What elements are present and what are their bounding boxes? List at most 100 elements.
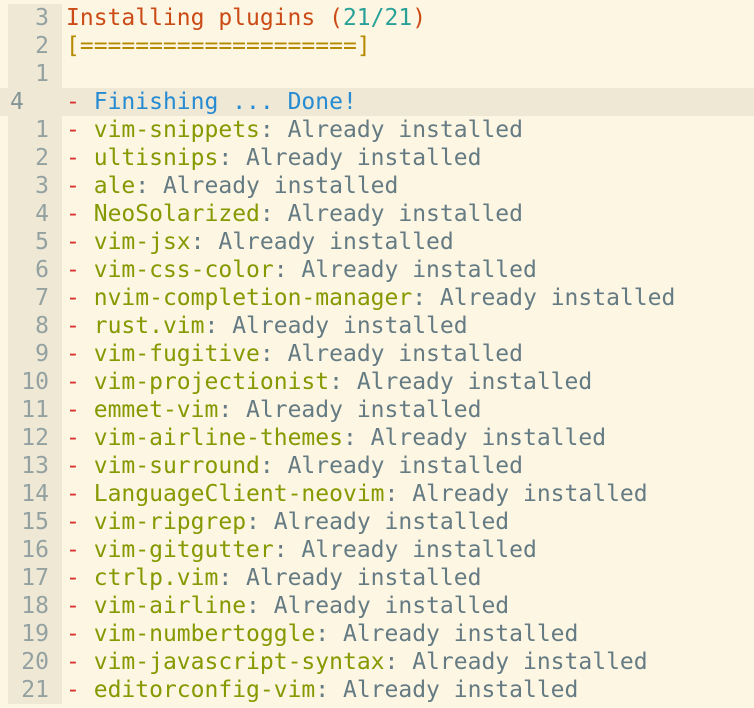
status-text: : Already installed (259, 453, 523, 479)
plugin-name: vim-airline-themes (93, 425, 343, 451)
status-text: : Already installed (412, 285, 676, 311)
line-number: 19 (8, 620, 62, 648)
status-text: : Already installed (342, 425, 607, 451)
line-number: 12 (8, 424, 62, 452)
line-number: 18 (8, 592, 62, 620)
plugin-status: - vim-projectionist: Already installed (66, 368, 592, 396)
line-number: 10 (8, 368, 62, 396)
line-number: 1 (8, 116, 62, 144)
status-text: : Already installed (384, 649, 648, 675)
bullet-dash: - (66, 229, 80, 255)
status-text: : Already installed (204, 313, 468, 339)
plugin-row: 21- editorconfig-vim: Already installed (0, 676, 754, 704)
count-separator: / (370, 5, 385, 31)
bullet-dash: - (66, 481, 80, 507)
plugin-status: - rust.vim: Already installed (66, 312, 468, 340)
plugin-name: vim-numbertoggle (93, 621, 316, 647)
plugin-row: 6- vim-css-color: Already installed (0, 256, 754, 284)
plugin-name: NeoSolarized (93, 201, 260, 227)
plugin-status: - ultisnips: Already installed (66, 144, 481, 172)
line-number: 4 (8, 200, 62, 228)
line-number: 9 (8, 340, 62, 368)
status-text: : Already installed (384, 481, 648, 507)
bullet-dash: - (66, 89, 80, 115)
line-number: 20 (8, 648, 62, 676)
plugin-name: vim-css-color (93, 257, 274, 283)
plugin-name: vim-javascript-syntax (93, 649, 385, 675)
line-number: 17 (8, 564, 62, 592)
plugin-row: 17- ctrlp.vim: Already installed (0, 564, 754, 592)
plugin-status: - vim-ripgrep: Already installed (66, 508, 509, 536)
plugin-status: - vim-snippets: Already installed (66, 116, 523, 144)
bullet-dash: - (66, 117, 80, 143)
plugin-status: - vim-javascript-syntax: Already install… (66, 648, 648, 676)
status-text: : Already installed (190, 229, 454, 255)
status-text: : Already installed (218, 145, 482, 171)
plugin-status: - emmet-vim: Already installed (66, 396, 481, 424)
title-text: Installing plugins ( (66, 5, 343, 31)
bullet-dash: - (66, 425, 80, 451)
bullet-dash: - (66, 285, 80, 311)
plugin-status: - editorconfig-vim: Already installed (66, 676, 578, 704)
line-number: 7 (8, 284, 62, 312)
status-text: : Already installed (259, 201, 523, 227)
plugin-name: vim-jsx (93, 229, 191, 255)
plugin-name: vim-snippets (93, 117, 260, 143)
plugin-row: 15- vim-ripgrep: Already installed (0, 508, 754, 536)
plugin-name: editorconfig-vim (93, 677, 316, 703)
plugin-name: emmet-vim (93, 397, 219, 423)
plugin-status: - NeoSolarized: Already installed (66, 200, 523, 228)
plugin-row: 2- ultisnips: Already installed (0, 144, 754, 172)
plugin-name: vim-ripgrep (93, 509, 247, 535)
status-text: : Already installed (329, 369, 593, 395)
plugin-row: 4- NeoSolarized: Already installed (0, 200, 754, 228)
plugin-row: 5- vim-jsx: Already installed (0, 228, 754, 256)
plugin-status: - ctrlp.vim: Already installed (66, 564, 481, 592)
status-text: : Already installed (273, 537, 537, 563)
plugin-status: - nvim-completion-manager: Already insta… (66, 284, 675, 312)
status-text: : Already installed (273, 257, 537, 283)
plugin-status: - vim-airline: Already installed (66, 592, 509, 620)
plugin-row: 16- vim-gitgutter: Already installed (0, 536, 754, 564)
plugin-status: - vim-gitgutter: Already installed (66, 536, 537, 564)
bullet-dash: - (66, 621, 80, 647)
line-number: 15 (8, 508, 62, 536)
plugin-status: - LanguageClient-neovim: Already install… (66, 480, 648, 508)
blank-line: 1 (0, 60, 754, 88)
status-text: : Already installed (246, 509, 510, 535)
plugin-name: ctrlp.vim (93, 565, 219, 591)
plugin-row: 8- rust.vim: Already installed (0, 312, 754, 340)
progress-line: 2 [====================] (0, 32, 754, 60)
total-count: 21 (384, 5, 413, 31)
line-number: 1 (8, 60, 62, 88)
status-text: : Already installed (259, 117, 523, 143)
title-line: 3 Installing plugins (21/21) (0, 4, 754, 32)
bullet-dash: - (66, 509, 80, 535)
line-number: 14 (8, 480, 62, 508)
vim-plug-buffer[interactable]: 3 Installing plugins (21/21) 2 [========… (0, 4, 754, 704)
plugin-row: 18- vim-airline: Already installed (0, 592, 754, 620)
line-number: 2 (8, 144, 62, 172)
status-text: : Already installed (246, 593, 510, 619)
bullet-dash: - (66, 565, 80, 591)
bullet-dash: - (66, 145, 80, 171)
cursor-line[interactable]: 4 - Finishing ... Done! (0, 88, 754, 116)
bullet-dash: - (66, 257, 80, 283)
plugin-row: 1- vim-snippets: Already installed (0, 116, 754, 144)
plugin-name: vim-airline (93, 593, 247, 619)
finishing-label: Finishing ... Done! (93, 89, 357, 115)
line-number: 13 (8, 452, 62, 480)
title-suffix: ) (412, 5, 427, 31)
plugin-list: 1- vim-snippets: Already installed 2- ult… (0, 116, 754, 704)
plugin-row: 3- ale: Already installed (0, 172, 754, 200)
plugin-row: 12- vim-airline-themes: Already installe… (0, 424, 754, 452)
bullet-dash: - (66, 313, 80, 339)
plugin-row: 11- emmet-vim: Already installed (0, 396, 754, 424)
line-number: 3 (8, 4, 62, 32)
bullet-dash: - (66, 341, 80, 367)
plugin-name: vim-fugitive (93, 341, 260, 367)
plugin-row: 19- vim-numbertoggle: Already installed (0, 620, 754, 648)
plugin-name: ultisnips (93, 145, 219, 171)
plugin-row: 7- nvim-completion-manager: Already inst… (0, 284, 754, 312)
status-text: : Already installed (315, 677, 579, 703)
